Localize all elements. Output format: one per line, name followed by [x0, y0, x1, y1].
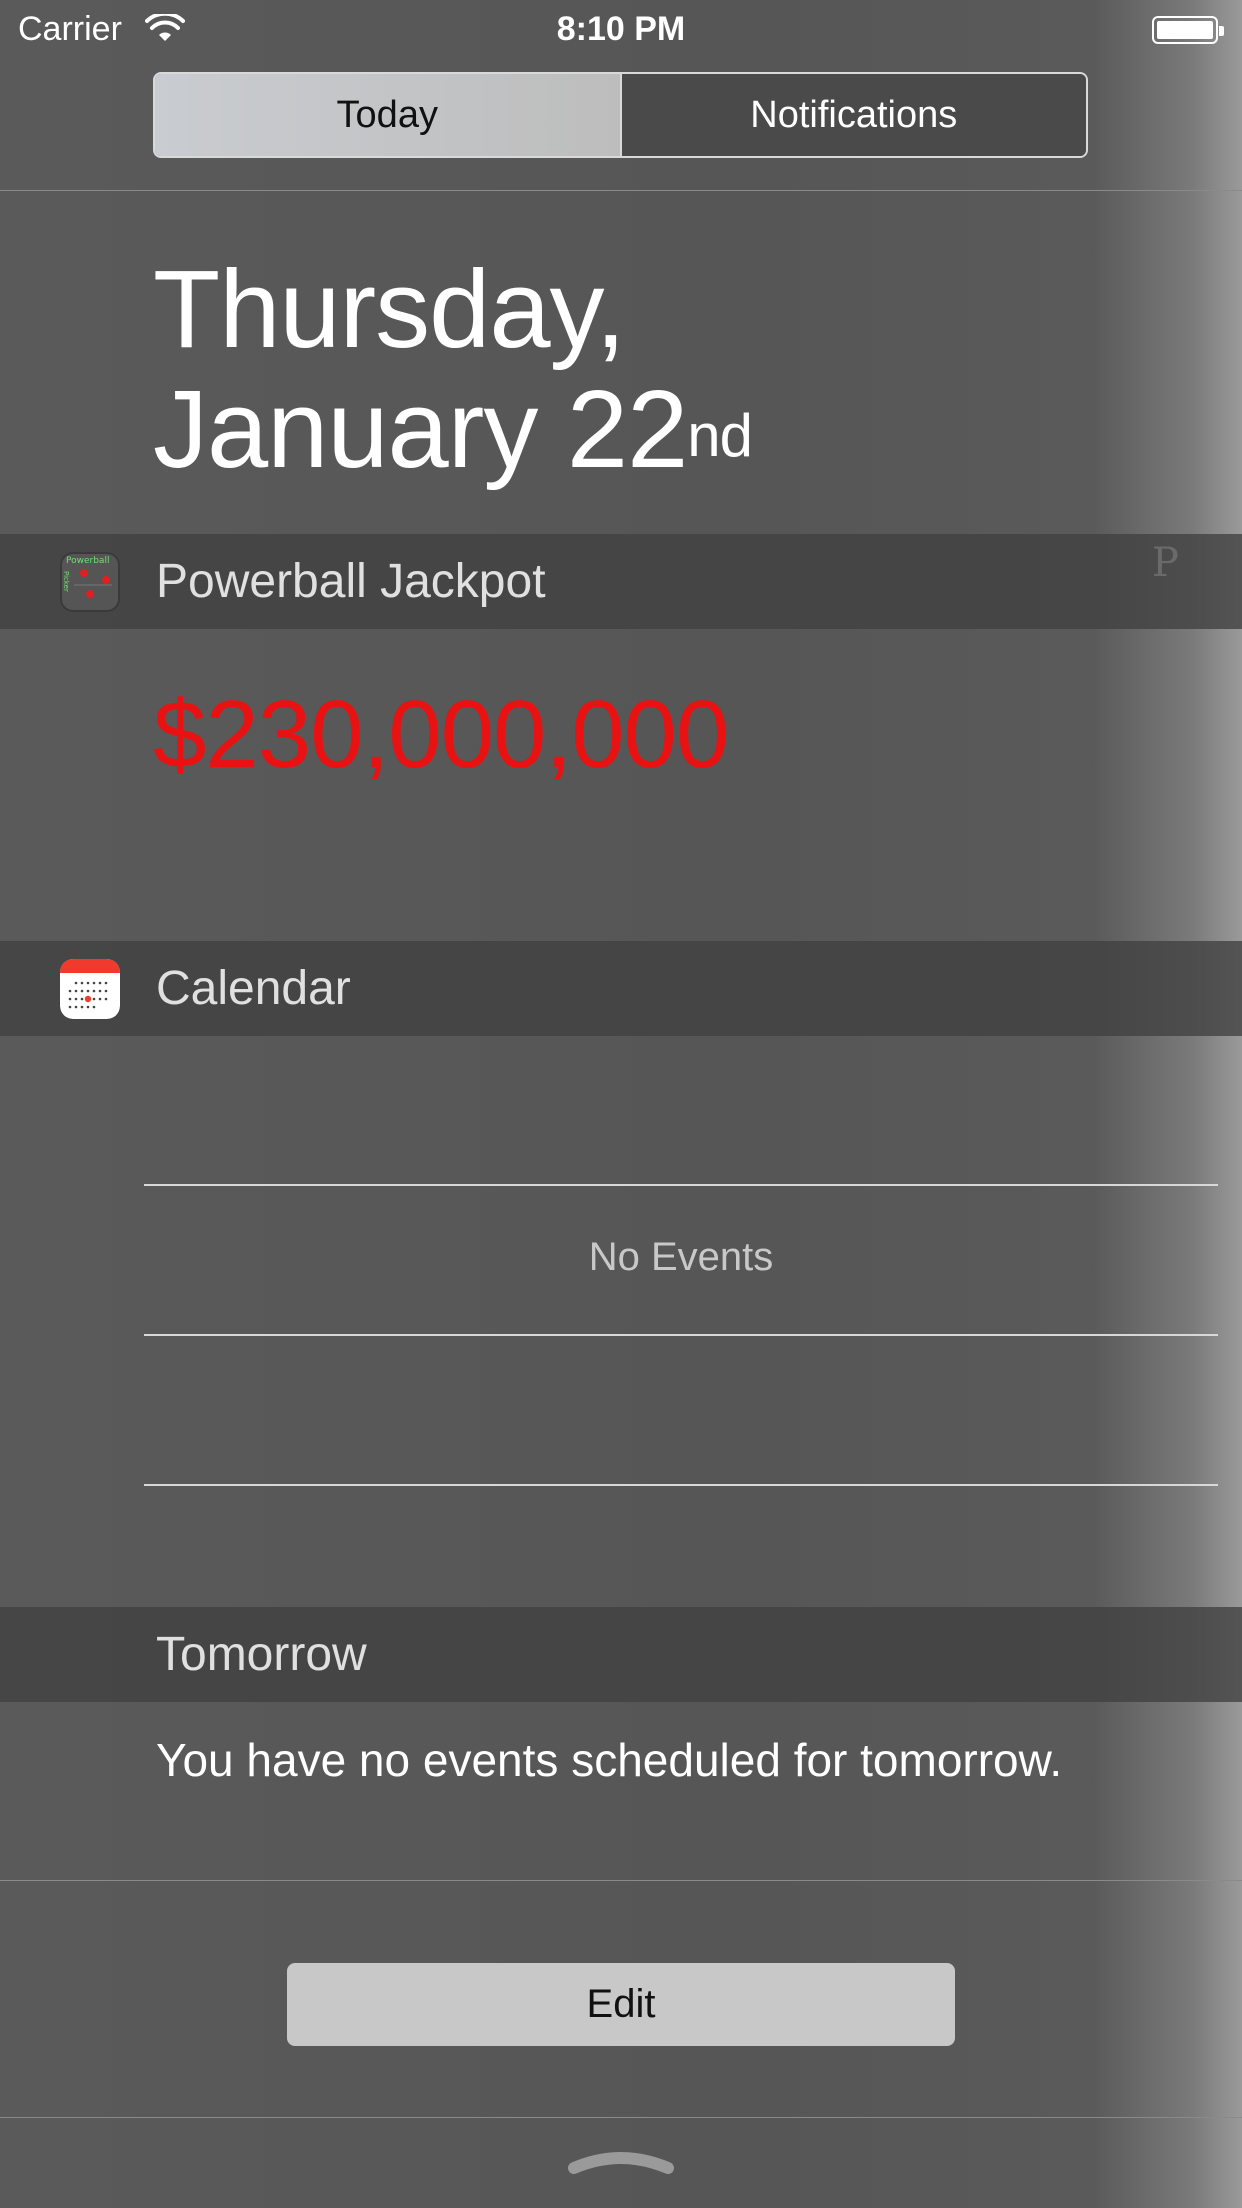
calendar-divider: [144, 1484, 1218, 1486]
status-time: 8:10 PM: [556, 10, 686, 48]
divider: [0, 1880, 1242, 1881]
divider: [0, 190, 1242, 191]
calendar-divider: [144, 1334, 1218, 1336]
calendar-divider: [144, 1184, 1218, 1186]
date-heading: Thursday, January 22nd: [153, 248, 753, 491]
chevron-up-grabber-icon[interactable]: [566, 2146, 676, 2176]
date-month-day-line: January 22nd: [153, 368, 753, 491]
status-bar: Carrier 8:10 PM: [0, 0, 1242, 60]
today-notifications-segmented-control: Today Notifications: [153, 72, 1088, 158]
tomorrow-title: Tomorrow: [156, 1628, 367, 1681]
powerball-jackpot-amount: $230,000,000: [153, 681, 729, 788]
no-events-label: No Events: [588, 1235, 774, 1279]
edit-button[interactable]: Edit: [287, 1963, 955, 2046]
date-weekday: Thursday,: [153, 248, 626, 371]
date-ordinal: nd: [687, 402, 753, 469]
tab-today[interactable]: Today: [155, 74, 620, 156]
tomorrow-message: You have no events scheduled for tomorro…: [156, 1734, 1063, 1786]
battery-icon: [1152, 16, 1224, 44]
tab-notifications[interactable]: Notifications: [619, 74, 1086, 156]
calendar-widget-title: Calendar: [156, 962, 351, 1015]
powerball-picker-icon: Powerball Picker: [60, 552, 120, 612]
tomorrow-header: Tomorrow: [0, 1607, 1242, 1702]
powerball-icon-text: Powerball: [66, 556, 109, 566]
calendar-widget-header[interactable]: Calendar: [0, 941, 1242, 1036]
divider: [0, 2117, 1242, 2118]
powerball-widget-header[interactable]: Powerball Picker Powerball Jackpot: [0, 534, 1242, 629]
powerball-icon-side-text: Picker: [62, 571, 70, 592]
calendar-icon: [60, 959, 120, 1019]
date-month-day: January 22: [153, 368, 688, 491]
faint-glyph: P: [1152, 540, 1179, 586]
powerball-widget-title: Powerball Jackpot: [156, 555, 546, 608]
